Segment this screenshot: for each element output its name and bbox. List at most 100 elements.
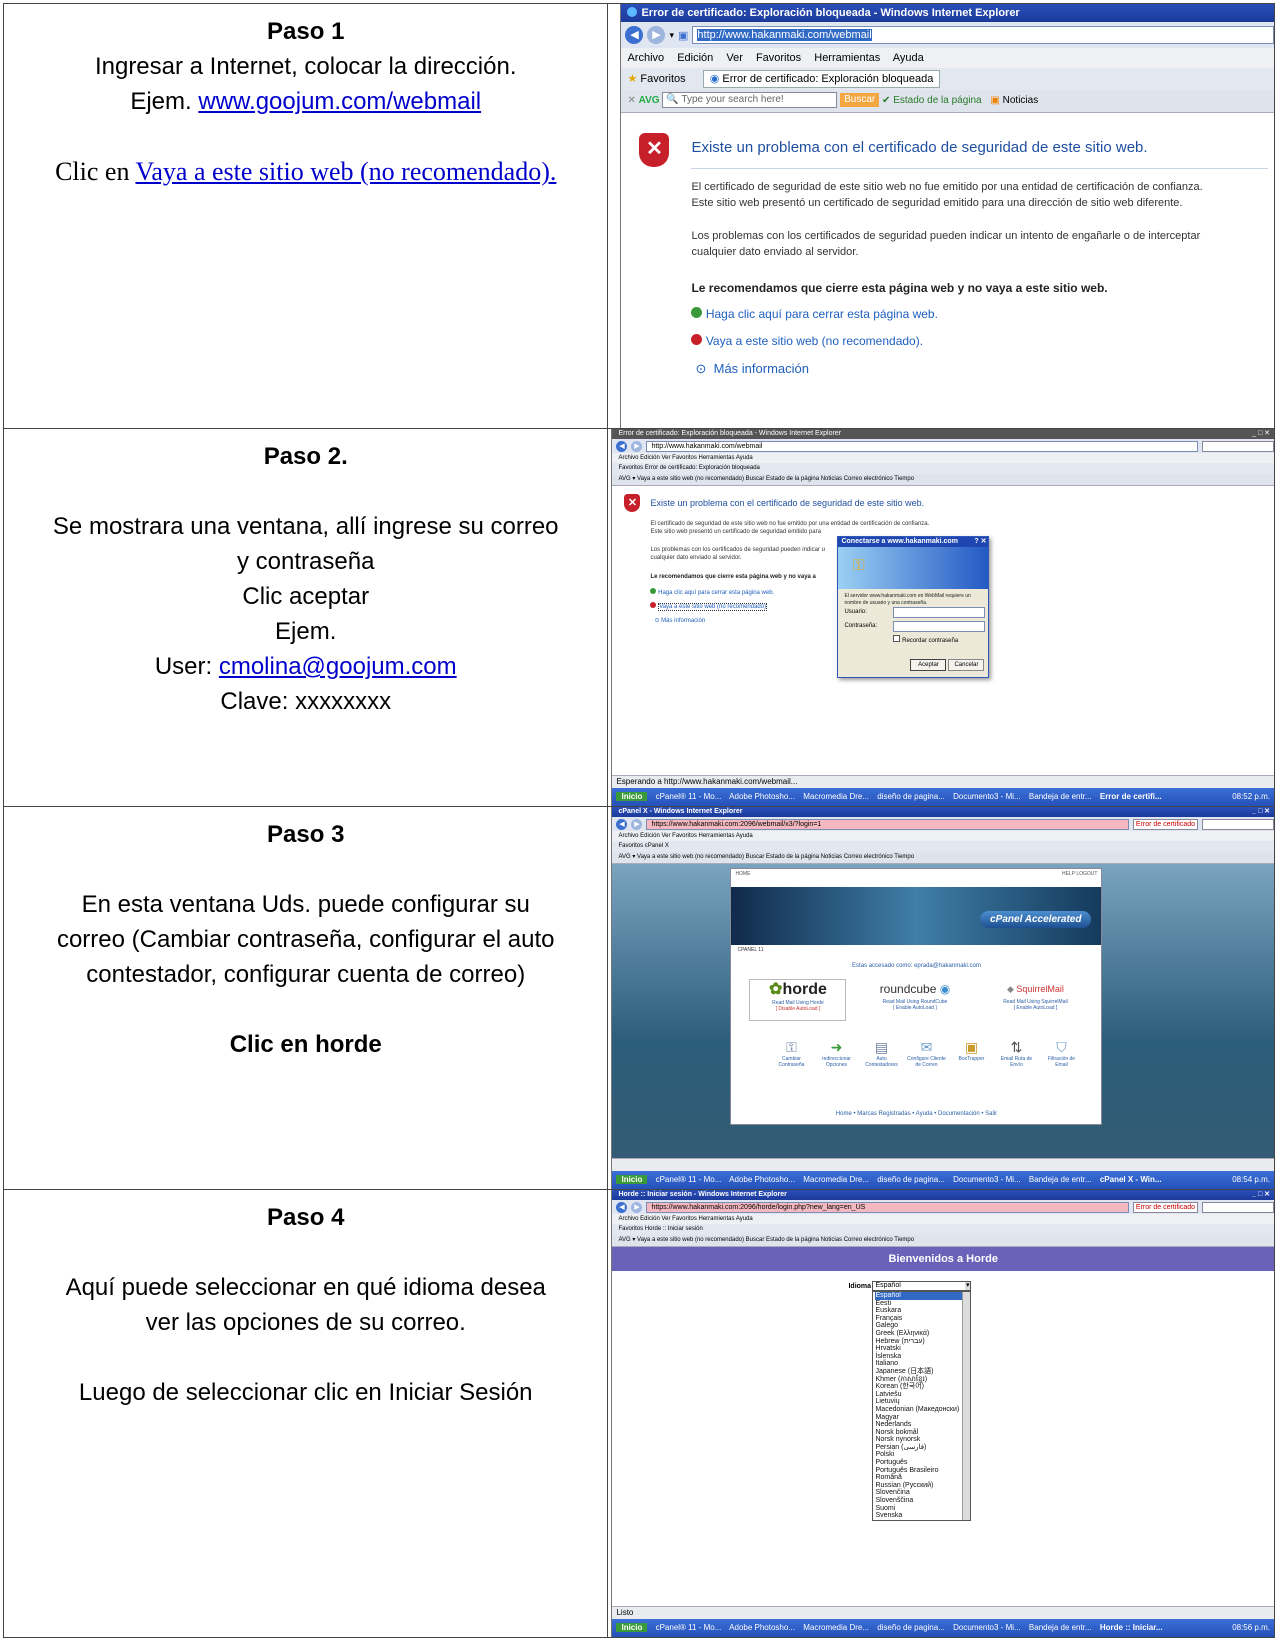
language-option[interactable]: Español	[875, 1292, 971, 1300]
language-option[interactable]: Greek (Ελληνικά)	[875, 1330, 970, 1338]
taskbar-item[interactable]: Bandeja de entr...	[1029, 1175, 1092, 1184]
taskbar-item[interactable]: diseño de pagina...	[877, 1623, 945, 1632]
menu-edicion[interactable]: Edición	[677, 52, 713, 64]
help-logout-links[interactable]: HELP LOGOUT	[1062, 871, 1097, 877]
taskbar-item[interactable]: Error de certifi...	[1100, 792, 1162, 801]
buscar-button[interactable]: Buscar	[840, 93, 880, 108]
forwarders-option[interactable]: ➜ redireccionar Opciones	[816, 1039, 856, 1068]
menu-favoritos[interactable]: Favoritos	[756, 52, 801, 64]
accept-button[interactable]: Aceptar	[910, 659, 947, 671]
go-to-site-link[interactable]: Vaya a este sitio web (no recomendado)	[650, 602, 768, 611]
start-button[interactable]: Inicio	[616, 1175, 648, 1184]
avg-search-input[interactable]: 🔍 Type your search here!	[662, 92, 838, 109]
language-option[interactable]: Korean (한국어)	[875, 1383, 970, 1391]
taskbar-item[interactable]: cPanel® 11 - Mo...	[656, 792, 722, 801]
example-url-link[interactable]: www.goojum.com/webmail	[198, 88, 481, 115]
language-option[interactable]: Slovenščina	[875, 1497, 970, 1505]
language-option[interactable]: Japanese (日本語)	[875, 1368, 970, 1376]
language-option[interactable]: Română	[875, 1474, 970, 1482]
language-option[interactable]: Íslenska	[875, 1353, 970, 1361]
cancel-button[interactable]: Cancelar	[948, 659, 985, 671]
cert-error-button[interactable]: Error de certificado	[1132, 1201, 1198, 1213]
url-input[interactable]: http://www.hakanmaki.com/webmail	[692, 26, 1274, 44]
close-page-link[interactable]: Haga clic aquí para cerrar esta página w…	[650, 588, 774, 596]
language-option[interactable]: Hrvatski	[875, 1345, 970, 1353]
url-input[interactable]: http://www.hakanmaki.com/webmail	[646, 440, 1198, 452]
start-button[interactable]: Inicio	[616, 792, 648, 801]
password-input[interactable]	[893, 621, 986, 632]
roundcube-autoload[interactable]: [ Enable AutoLoad ]	[867, 1005, 962, 1011]
language-option[interactable]: Russian (Русский)	[875, 1482, 970, 1490]
change-password-option[interactable]: ⚿ Cambiar Contraseña	[771, 1039, 811, 1068]
language-option[interactable]: Français	[875, 1315, 970, 1323]
taskbar-item[interactable]: cPanel® 11 - Mo...	[656, 1175, 722, 1184]
taskbar-item[interactable]: cPanel® 11 - Mo...	[656, 1623, 722, 1632]
language-option[interactable]: Português Brasileiro	[875, 1467, 970, 1475]
horde-autoload[interactable]: [ Disable AutoLoad ]	[750, 1006, 845, 1012]
forward-icon[interactable]: ▶	[631, 818, 643, 830]
go-to-site-link[interactable]: Vaya a este sitio web (no recomendado).	[691, 334, 923, 348]
forward-icon[interactable]: ▶	[631, 440, 643, 452]
menu-ver[interactable]: Ver	[726, 52, 743, 64]
language-option[interactable]: Eesti	[875, 1300, 970, 1308]
more-info-button[interactable]: ⊙ Más información	[654, 617, 705, 624]
boxtrapper-option[interactable]: ▣ BoxTrapper	[951, 1039, 991, 1068]
language-option[interactable]: Khmer (ភាសាខ្មែរ)	[875, 1376, 970, 1384]
forward-icon[interactable]: ▶	[631, 1201, 643, 1213]
home-link[interactable]: HOME	[735, 871, 750, 877]
window-buttons[interactable]: _ □ ✕	[1252, 808, 1270, 818]
window-buttons[interactable]: _ □ ✕	[1252, 430, 1270, 440]
language-option[interactable]: Português	[875, 1459, 970, 1467]
dialog-close-icon[interactable]: ? ✕	[974, 537, 988, 547]
cert-error-button[interactable]: Error de certificado	[1132, 818, 1198, 830]
close-page-link[interactable]: Haga clic aquí para cerrar esta página w…	[691, 307, 938, 321]
more-info-button[interactable]: ⊙ Más información	[695, 361, 809, 377]
language-option[interactable]: Norsk bokmål	[875, 1429, 970, 1437]
cpanel-footer[interactable]: Home • Marcas Registradas • Ayuda • Docu…	[731, 1111, 1101, 1117]
taskbar-item[interactable]: Documento3 - Mi...	[953, 1175, 1021, 1184]
taskbar-item[interactable]: Documento3 - Mi...	[953, 1623, 1021, 1632]
language-select[interactable]: Español ▾	[872, 1281, 972, 1291]
remember-checkbox[interactable]: Recordar contraseña	[893, 635, 958, 644]
language-option[interactable]: Macedonian (Македонски)	[875, 1406, 970, 1414]
chevron-down-icon[interactable]: ▾	[669, 30, 674, 41]
taskbar-item[interactable]: Macromedia Dre...	[803, 792, 869, 801]
email-routing-option[interactable]: ⇅ Email Ruta de Envío	[996, 1039, 1036, 1068]
taskbar-item[interactable]: Macromedia Dre...	[803, 1175, 869, 1184]
user-email-link[interactable]: cmolina@goojum.com	[219, 653, 457, 680]
url-input[interactable]: https://www.hakanmaki.com:2096/horde/log…	[646, 1201, 1129, 1213]
language-option[interactable]: Nederlands	[875, 1421, 970, 1429]
language-dropdown-list[interactable]: Español Eesti Euskara Français Galego Greek (…	[872, 1291, 972, 1521]
back-icon[interactable]: ◀	[625, 26, 644, 44]
search-input[interactable]	[1202, 818, 1274, 830]
go-to-site-link[interactable]: Vaya a este sitio web (no recomendado).	[135, 157, 556, 186]
scrollbar[interactable]	[962, 1292, 971, 1520]
language-option[interactable]: Polski	[875, 1451, 970, 1459]
taskbar-item[interactable]: diseño de pagina...	[877, 792, 945, 801]
close-icon[interactable]: ✕	[627, 95, 635, 106]
menu-archivo[interactable]: Archivo	[627, 52, 664, 64]
language-option[interactable]: Norsk nynorsk	[875, 1436, 970, 1444]
browser-tab[interactable]: ◉ Error de certificado: Exploración bloq…	[702, 70, 941, 88]
taskbar-item[interactable]: Bandeja de entr...	[1029, 792, 1092, 801]
language-option[interactable]: Lietuvių	[875, 1398, 970, 1406]
window-buttons[interactable]: _ □ ✕	[1252, 1191, 1270, 1201]
menu-ayuda[interactable]: Ayuda	[893, 52, 924, 64]
language-option[interactable]: Italiano	[875, 1360, 970, 1368]
language-option[interactable]: Euskara	[875, 1307, 970, 1315]
back-icon[interactable]: ◀	[616, 440, 628, 452]
language-option[interactable]: Magyar	[875, 1414, 970, 1422]
taskbar-item[interactable]: Bandeja de entr...	[1029, 1623, 1092, 1632]
language-option[interactable]: Galego	[875, 1322, 970, 1330]
taskbar-item[interactable]: Documento3 - Mi...	[953, 792, 1021, 801]
language-option[interactable]: Latviešu	[875, 1391, 970, 1399]
estado-button[interactable]: ✔ Estado de la página	[882, 95, 982, 106]
taskbar-item[interactable]: Adobe Photosho...	[729, 1175, 795, 1184]
language-option[interactable]: Hebrew (עברית)	[875, 1338, 970, 1346]
noticias-button[interactable]: ▣ Noticias	[990, 95, 1038, 106]
language-option[interactable]: Persian (فارسی)	[875, 1444, 970, 1452]
roundcube-option[interactable]: roundcube ◉ Read Mail Using RoundCube [ …	[867, 979, 962, 1019]
language-option[interactable]: Slovenčina	[875, 1489, 970, 1497]
squirrelmail-option[interactable]: ◆ SquirrelMail Read Mail Using SquirrelM…	[985, 979, 1085, 1019]
configure-client-option[interactable]: ✉ Configure Cliente de Correo	[906, 1039, 946, 1068]
